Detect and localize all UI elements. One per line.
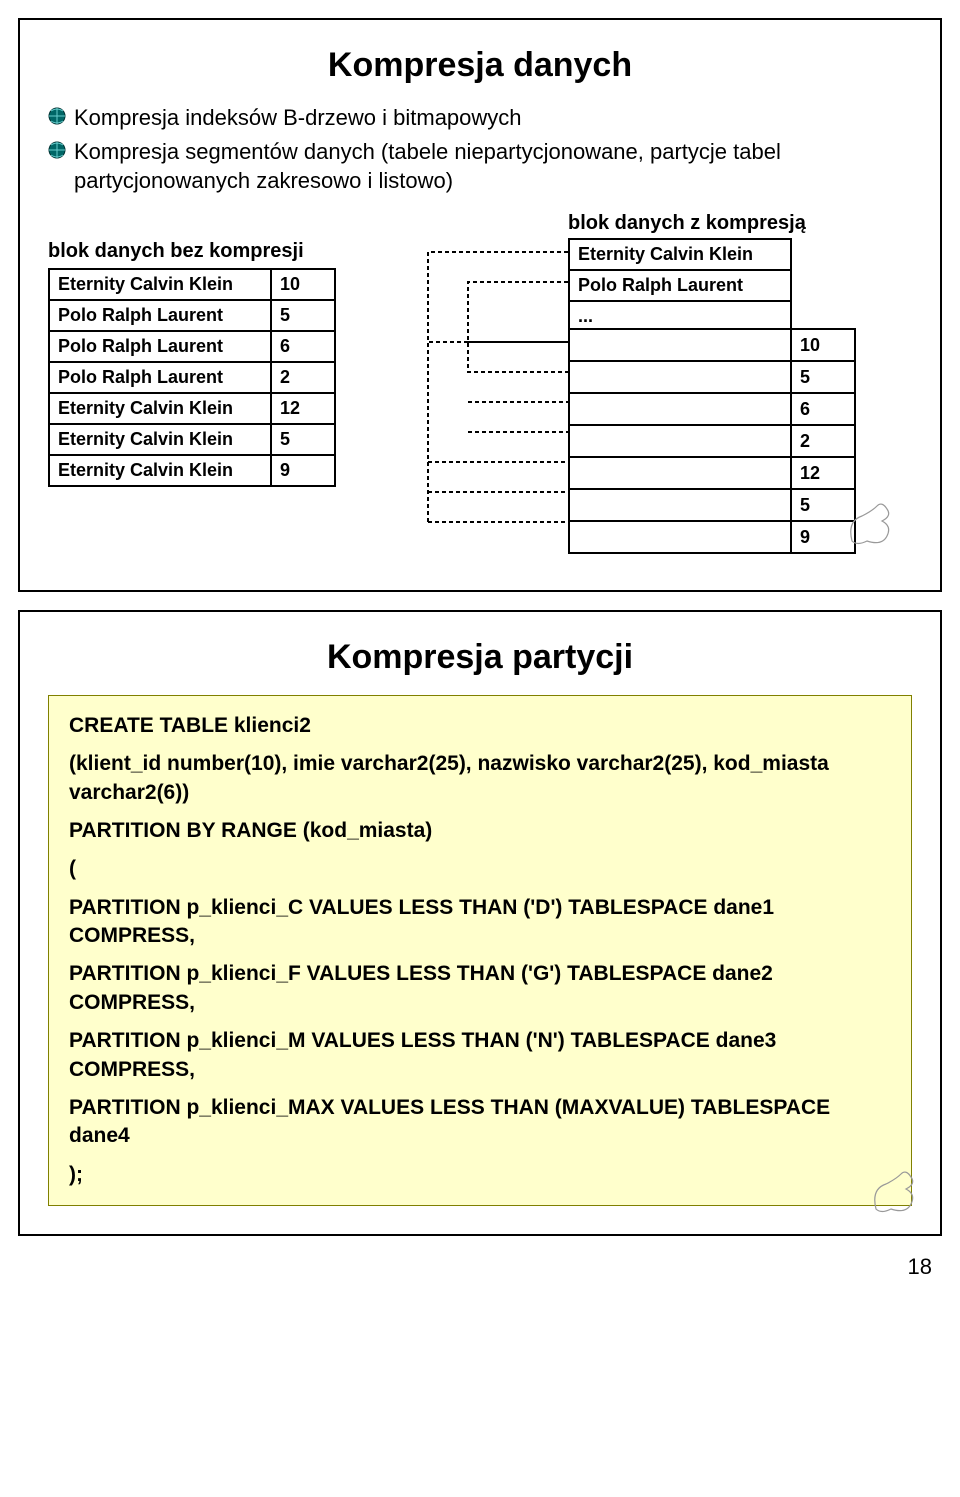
right-data-table: 10 5 6 2 12 5 9	[568, 328, 856, 554]
bullet-item: Kompresja segmentów danych (tabele niepa…	[48, 137, 912, 196]
cell-text: Eternity Calvin Klein	[49, 393, 271, 424]
cell-text: Polo Ralph Laurent	[49, 362, 271, 393]
slide2-title: Kompresja partycji	[48, 638, 912, 677]
code-line: );	[69, 1161, 891, 1189]
cell-val: 2	[271, 362, 335, 393]
table-row: 10	[569, 329, 855, 361]
code-line: CREATE TABLE klienci2	[69, 712, 891, 740]
cell-empty	[569, 329, 791, 361]
cell-text: Eternity Calvin Klein	[49, 455, 271, 486]
cell-empty	[569, 457, 791, 489]
cell-val: 10	[271, 269, 335, 300]
cell-val: 10	[791, 329, 855, 361]
cell-text: Polo Ralph Laurent	[49, 331, 271, 362]
cell-val: 2	[791, 425, 855, 457]
cell-val: 12	[271, 393, 335, 424]
table-row: Polo Ralph Laurent6	[49, 331, 335, 362]
caption-left: blok danych bez kompresji	[48, 240, 304, 263]
caption-right: blok danych z kompresją	[568, 212, 806, 235]
table-row: Eternity Calvin Klein	[569, 239, 791, 270]
left-table: Eternity Calvin Klein10 Polo Ralph Laure…	[48, 268, 336, 487]
cell-empty	[569, 425, 791, 457]
slide-kompresja-danych: Kompresja danych Kompresja indeksów B-dr…	[18, 18, 942, 592]
cell-val: 5	[271, 424, 335, 455]
table-row: 2	[569, 425, 855, 457]
bullet-list: Kompresja indeksów B-drzewo i bitmapowyc…	[48, 103, 912, 196]
table-row: Eternity Calvin Klein9	[49, 455, 335, 486]
cell-text: Eternity Calvin Klein	[49, 269, 271, 300]
dragon-watermark-icon	[866, 1169, 926, 1224]
table-row: 5	[569, 361, 855, 393]
cell-text: Eternity Calvin Klein	[569, 239, 791, 270]
code-line: PARTITION p_klienci_M VALUES LESS THAN (…	[69, 1027, 891, 1084]
bullet-text: Kompresja segmentów danych (tabele niepa…	[74, 137, 912, 196]
table-row: Polo Ralph Laurent5	[49, 300, 335, 331]
cell-val: 5	[791, 361, 855, 393]
code-line: (klient_id number(10), imie varchar2(25)…	[69, 750, 891, 807]
compression-diagram: blok danych bez kompresji blok danych z …	[48, 212, 912, 562]
cell-empty	[569, 393, 791, 425]
cell-empty	[569, 489, 791, 521]
cell-val: 5	[271, 300, 335, 331]
code-line: PARTITION p_klienci_MAX VALUES LESS THAN…	[69, 1094, 891, 1151]
slide-kompresja-partycji: Kompresja partycji CREATE TABLE klienci2…	[18, 610, 942, 1236]
table-row: Polo Ralph Laurent	[569, 270, 791, 301]
code-line: PARTITION BY RANGE (kod_miasta)	[69, 817, 891, 845]
table-row: 5	[569, 489, 855, 521]
dragon-watermark-icon	[842, 501, 902, 556]
cell-text: Polo Ralph Laurent	[49, 300, 271, 331]
cell-val: 9	[271, 455, 335, 486]
cell-val: 6	[271, 331, 335, 362]
globe-bullet-icon	[48, 141, 66, 164]
bullet-item: Kompresja indeksów B-drzewo i bitmapowyc…	[48, 103, 912, 133]
table-row: Polo Ralph Laurent2	[49, 362, 335, 393]
code-line: PARTITION p_klienci_F VALUES LESS THAN (…	[69, 960, 891, 1017]
table-row: Eternity Calvin Klein5	[49, 424, 335, 455]
code-line: (	[69, 855, 891, 883]
slide1-title: Kompresja danych	[48, 46, 912, 85]
table-row: 9	[569, 521, 855, 553]
code-line: PARTITION p_klienci_C VALUES LESS THAN (…	[69, 894, 891, 951]
table-row: 6	[569, 393, 855, 425]
bullet-text: Kompresja indeksów B-drzewo i bitmapowyc…	[74, 103, 522, 133]
cell-val: 12	[791, 457, 855, 489]
page-number: 18	[0, 1254, 932, 1280]
table-row: Eternity Calvin Klein12	[49, 393, 335, 424]
cell-empty	[569, 521, 791, 553]
right-symbol-table: Eternity Calvin Klein Polo Ralph Laurent…	[568, 238, 792, 333]
cell-val: 6	[791, 393, 855, 425]
cell-text: Polo Ralph Laurent	[569, 270, 791, 301]
cell-text: Eternity Calvin Klein	[49, 424, 271, 455]
table-row: 12	[569, 457, 855, 489]
globe-bullet-icon	[48, 107, 66, 130]
cell-empty	[569, 361, 791, 393]
table-row: Eternity Calvin Klein10	[49, 269, 335, 300]
sql-code-box: CREATE TABLE klienci2 (klient_id number(…	[48, 695, 912, 1206]
